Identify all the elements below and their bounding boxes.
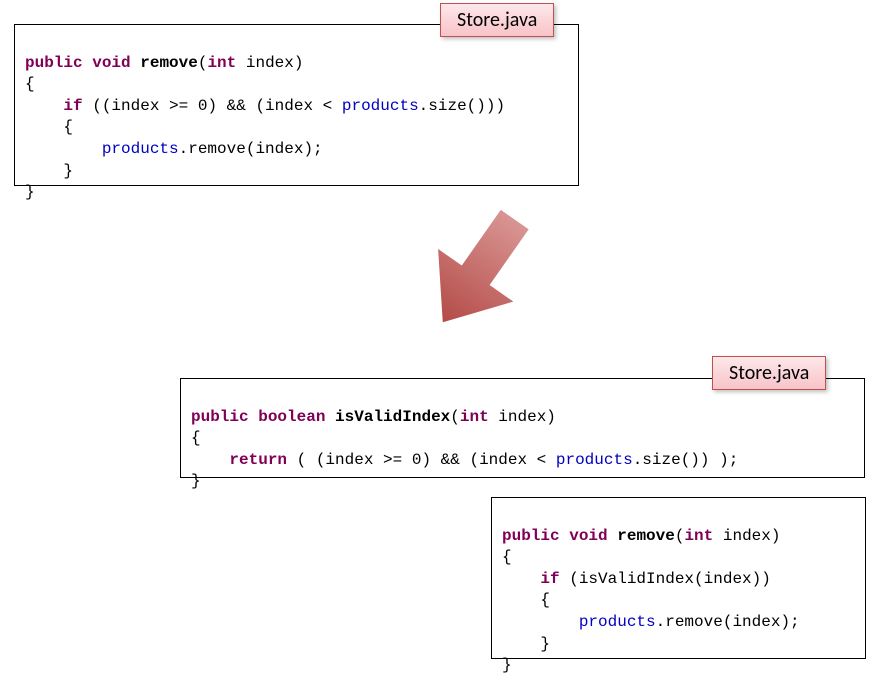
brace: } bbox=[191, 472, 201, 490]
kw-void: void bbox=[92, 54, 130, 72]
kw-public: public bbox=[191, 408, 249, 426]
paren: ( bbox=[675, 527, 685, 545]
kw-int: int bbox=[207, 54, 236, 72]
field-products: products bbox=[579, 613, 656, 631]
kw-return: return bbox=[229, 451, 287, 469]
paren: ( bbox=[198, 54, 208, 72]
call-remove: .remove(index); bbox=[179, 140, 323, 158]
param: index) bbox=[489, 408, 556, 426]
indent bbox=[502, 570, 540, 588]
code-box-original-remove: public void remove(int index) { if ((ind… bbox=[14, 24, 579, 186]
param: index) bbox=[236, 54, 303, 72]
field-products: products bbox=[102, 140, 179, 158]
indent bbox=[502, 613, 579, 631]
indent bbox=[191, 451, 229, 469]
brace: { bbox=[25, 118, 73, 136]
brace: { bbox=[502, 548, 512, 566]
cond: (isValidIndex(index)) bbox=[560, 570, 771, 588]
brace: } bbox=[502, 656, 512, 674]
field-products: products bbox=[556, 451, 633, 469]
brace: } bbox=[502, 635, 550, 653]
code-box-refactored-remove: public void remove(int index) { if (isVa… bbox=[491, 497, 866, 659]
method-name: remove bbox=[617, 527, 675, 545]
expr-part3: .size()) ); bbox=[633, 451, 739, 469]
method-name: isValidIndex bbox=[335, 408, 450, 426]
indent bbox=[25, 140, 102, 158]
field-products: products bbox=[342, 97, 419, 115]
literal-zero: 0 bbox=[412, 451, 422, 469]
kw-void: void bbox=[569, 527, 607, 545]
indent bbox=[25, 97, 63, 115]
method-name: remove bbox=[140, 54, 198, 72]
brace: { bbox=[502, 591, 550, 609]
kw-public: public bbox=[502, 527, 560, 545]
kw-int: int bbox=[684, 527, 713, 545]
brace: } bbox=[25, 162, 73, 180]
kw-int: int bbox=[460, 408, 489, 426]
literal-zero: 0 bbox=[198, 97, 208, 115]
cond-part2: ) && (index < bbox=[207, 97, 341, 115]
brace: { bbox=[191, 429, 201, 447]
cond-part1: ((index >= bbox=[83, 97, 198, 115]
kw-boolean: boolean bbox=[258, 408, 325, 426]
code-box-isvalidindex: public boolean isValidIndex(int index) {… bbox=[180, 378, 865, 478]
expr-part1: ( (index >= bbox=[287, 451, 412, 469]
cond-part3: .size())) bbox=[419, 97, 505, 115]
paren: ( bbox=[450, 408, 460, 426]
brace: } bbox=[25, 183, 35, 201]
kw-if: if bbox=[63, 97, 82, 115]
brace: { bbox=[25, 75, 35, 93]
arrow-down-right-icon bbox=[398, 195, 558, 355]
kw-if: if bbox=[540, 570, 559, 588]
expr-part2: ) && (index < bbox=[421, 451, 555, 469]
param: index) bbox=[713, 527, 780, 545]
file-label-box1: Store.java bbox=[440, 3, 554, 37]
kw-public: public bbox=[25, 54, 83, 72]
call-remove: .remove(index); bbox=[656, 613, 800, 631]
file-label-box2: Store.java bbox=[712, 356, 826, 390]
